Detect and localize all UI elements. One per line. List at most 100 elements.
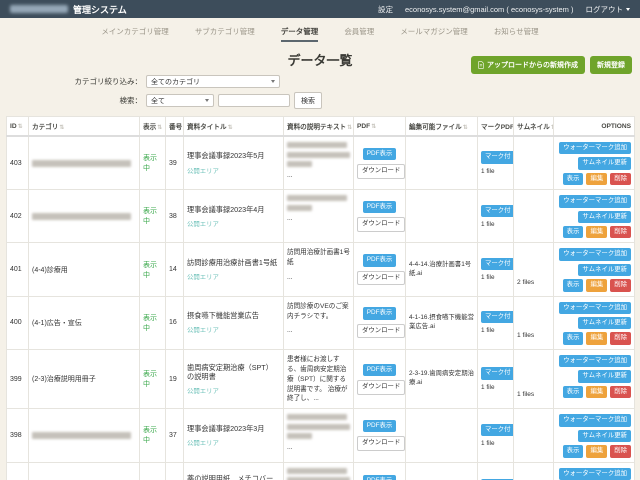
search-scope-select[interactable]: 全て <box>146 94 214 107</box>
thumbnail-update-button[interactable]: サムネイル更新 <box>578 370 631 382</box>
column-header[interactable]: PDF⇅ <box>354 117 406 137</box>
edit-button[interactable]: 編集 <box>586 226 607 238</box>
delete-button[interactable]: 削除 <box>610 332 631 344</box>
thumbnail-update-button[interactable]: サムネイル更新 <box>578 430 631 442</box>
caret-down-icon <box>626 8 630 11</box>
pdf-download-button[interactable]: ダウンロード <box>357 271 405 285</box>
mark-pdf-button[interactable]: マーク付 <box>481 205 514 217</box>
column-header[interactable]: サムネイル⇅ <box>514 117 554 137</box>
column-header[interactable]: ID⇅ <box>7 117 29 137</box>
pdf-view-button[interactable]: PDF表示 <box>363 307 397 319</box>
pdf-view-button[interactable]: PDF表示 <box>363 420 397 432</box>
mark-pdf-button[interactable]: マーク付 <box>481 424 514 436</box>
show-button[interactable]: 表示 <box>563 386 584 398</box>
column-header[interactable]: カテゴリ⇅ <box>29 117 140 137</box>
delete-button[interactable]: 削除 <box>610 226 631 238</box>
mark-pdf-button[interactable]: マーク付 <box>481 258 514 270</box>
show-button[interactable]: 表示 <box>563 332 584 344</box>
show-button[interactable]: 表示 <box>563 445 584 457</box>
row-id: 399 <box>7 349 29 408</box>
pdf-download-button[interactable]: ダウンロード <box>357 436 405 450</box>
mark-file-count: 1 file <box>481 274 510 281</box>
tab-sub-category[interactable]: サブカテゴリ管理 <box>195 26 255 42</box>
pdf-view-button[interactable]: PDF表示 <box>363 475 397 480</box>
watermark-add-button[interactable]: ウォーターマーク追加 <box>559 302 631 314</box>
table-body: 403 表示中 39 理事会議事録2023年5月 公開エリア ... PDF表示… <box>7 136 635 480</box>
pdf-download-button[interactable]: ダウンロード <box>357 217 405 231</box>
row-area-label: 公開エリア <box>187 438 280 447</box>
tab-members[interactable]: 会員管理 <box>344 26 374 42</box>
delete-button[interactable]: 削除 <box>610 386 631 398</box>
register-button[interactable]: 新規登録 <box>590 56 632 74</box>
tab-mail-magazine[interactable]: メールマガジン管理 <box>400 26 468 42</box>
pdf-download-button[interactable]: ダウンロード <box>357 324 405 338</box>
document-icon <box>478 61 484 69</box>
logout-link[interactable]: ログアウト <box>586 4 631 15</box>
edit-button[interactable]: 編集 <box>586 445 607 457</box>
watermark-add-button[interactable]: ウォーターマーク追加 <box>559 355 631 367</box>
sort-icon: ⇅ <box>463 125 468 131</box>
row-editable-file: 4-1-16.摂食嚥下機能営業広告.ai <box>406 296 478 349</box>
column-header[interactable]: 番号⇅ <box>166 117 184 137</box>
watermark-add-button[interactable]: ウォーターマーク追加 <box>559 195 631 207</box>
delete-button[interactable]: 削除 <box>610 173 631 185</box>
sort-icon: ⇅ <box>347 125 352 131</box>
thumbnail-update-button[interactable]: サムネイル更新 <box>578 264 631 276</box>
search-button[interactable]: 検索 <box>294 92 322 109</box>
thumbnail-update-button[interactable]: サムネイル更新 <box>578 157 631 169</box>
pdf-view-button[interactable]: PDF表示 <box>363 254 397 266</box>
settings-link[interactable]: 設定 <box>378 4 393 15</box>
watermark-add-button[interactable]: ウォーターマーク追加 <box>559 142 631 154</box>
row-title-cell: 歯周病安定期治療（SPT）の説明書 公開エリア <box>184 349 284 408</box>
search-input[interactable] <box>218 94 290 107</box>
upload-create-button[interactable]: アップロードからの新規作成 <box>471 56 585 74</box>
row-thumbnails: 1 files <box>514 462 554 480</box>
delete-button[interactable]: 削除 <box>610 279 631 291</box>
tab-data-management[interactable]: データ管理 <box>281 26 319 42</box>
table-header-row: ID⇅カテゴリ⇅表示⇅番号⇅資料タイトル⇅資料の説明テキスト⇅PDF⇅編集可能フ… <box>7 117 635 137</box>
table-row: 401 (4-4)診療用 表示中 14 訪問診療用治療計画書1号紙 公開エリア … <box>7 243 635 296</box>
row-title: 理事会議事録2023年4月 <box>187 205 280 214</box>
tab-news[interactable]: お知らせ管理 <box>494 26 539 42</box>
mark-pdf-button[interactable]: マーク付 <box>481 367 514 379</box>
edit-button[interactable]: 編集 <box>586 173 607 185</box>
edit-button[interactable]: 編集 <box>586 386 607 398</box>
thumbnail-update-button[interactable]: サムネイル更新 <box>578 211 631 223</box>
thumbnail-update-button[interactable]: サムネイル更新 <box>578 317 631 329</box>
pdf-download-button[interactable]: ダウンロード <box>357 380 405 394</box>
sort-icon: ⇅ <box>371 124 376 130</box>
show-button[interactable]: 表示 <box>563 279 584 291</box>
column-header[interactable]: 資料タイトル⇅ <box>184 117 284 137</box>
row-category: (2-4)薬の説明用紙 <box>29 462 140 480</box>
row-number: 37 <box>166 409 184 462</box>
column-header[interactable]: マークPDF⇅ <box>478 117 514 137</box>
row-editable-file: 4-4-14.治療計画書1号紙.ai <box>406 243 478 296</box>
column-header[interactable]: 資料の説明テキスト⇅ <box>284 117 354 137</box>
row-options: ウォーターマーク追加 サムネイル更新 表示 編集 削除 <box>554 296 635 349</box>
row-id: 401 <box>7 243 29 296</box>
column-header[interactable]: 表示⇅ <box>140 117 166 137</box>
pdf-view-button[interactable]: PDF表示 <box>363 148 397 160</box>
row-id: 403 <box>7 136 29 190</box>
delete-button[interactable]: 削除 <box>610 445 631 457</box>
pdf-view-button[interactable]: PDF表示 <box>363 364 397 376</box>
edit-button[interactable]: 編集 <box>586 279 607 291</box>
redacted-text <box>287 433 312 439</box>
show-button[interactable]: 表示 <box>563 173 584 185</box>
mark-pdf-button[interactable]: マーク付 <box>481 311 514 323</box>
watermark-add-button[interactable]: ウォーターマーク追加 <box>559 468 631 480</box>
watermark-add-button[interactable]: ウォーターマーク追加 <box>559 414 631 426</box>
tab-main-category[interactable]: メインカテゴリ管理 <box>101 26 169 42</box>
show-button[interactable]: 表示 <box>563 226 584 238</box>
row-pdf-cell: PDF表示 ダウンロード <box>354 136 406 190</box>
pdf-view-button[interactable]: PDF表示 <box>363 201 397 213</box>
pdf-download-button[interactable]: ダウンロード <box>357 164 405 178</box>
row-pdf-cell: PDF表示 ダウンロード <box>354 243 406 296</box>
watermark-add-button[interactable]: ウォーターマーク追加 <box>559 248 631 260</box>
column-header[interactable]: 編集可能ファイル⇅ <box>406 117 478 137</box>
row-status: 表示中 <box>140 462 166 480</box>
edit-button[interactable]: 編集 <box>586 332 607 344</box>
row-status: 表示中 <box>140 409 166 462</box>
mark-pdf-button[interactable]: マーク付 <box>481 151 514 163</box>
category-filter-select[interactable]: 全てのカテゴリ <box>146 75 280 88</box>
